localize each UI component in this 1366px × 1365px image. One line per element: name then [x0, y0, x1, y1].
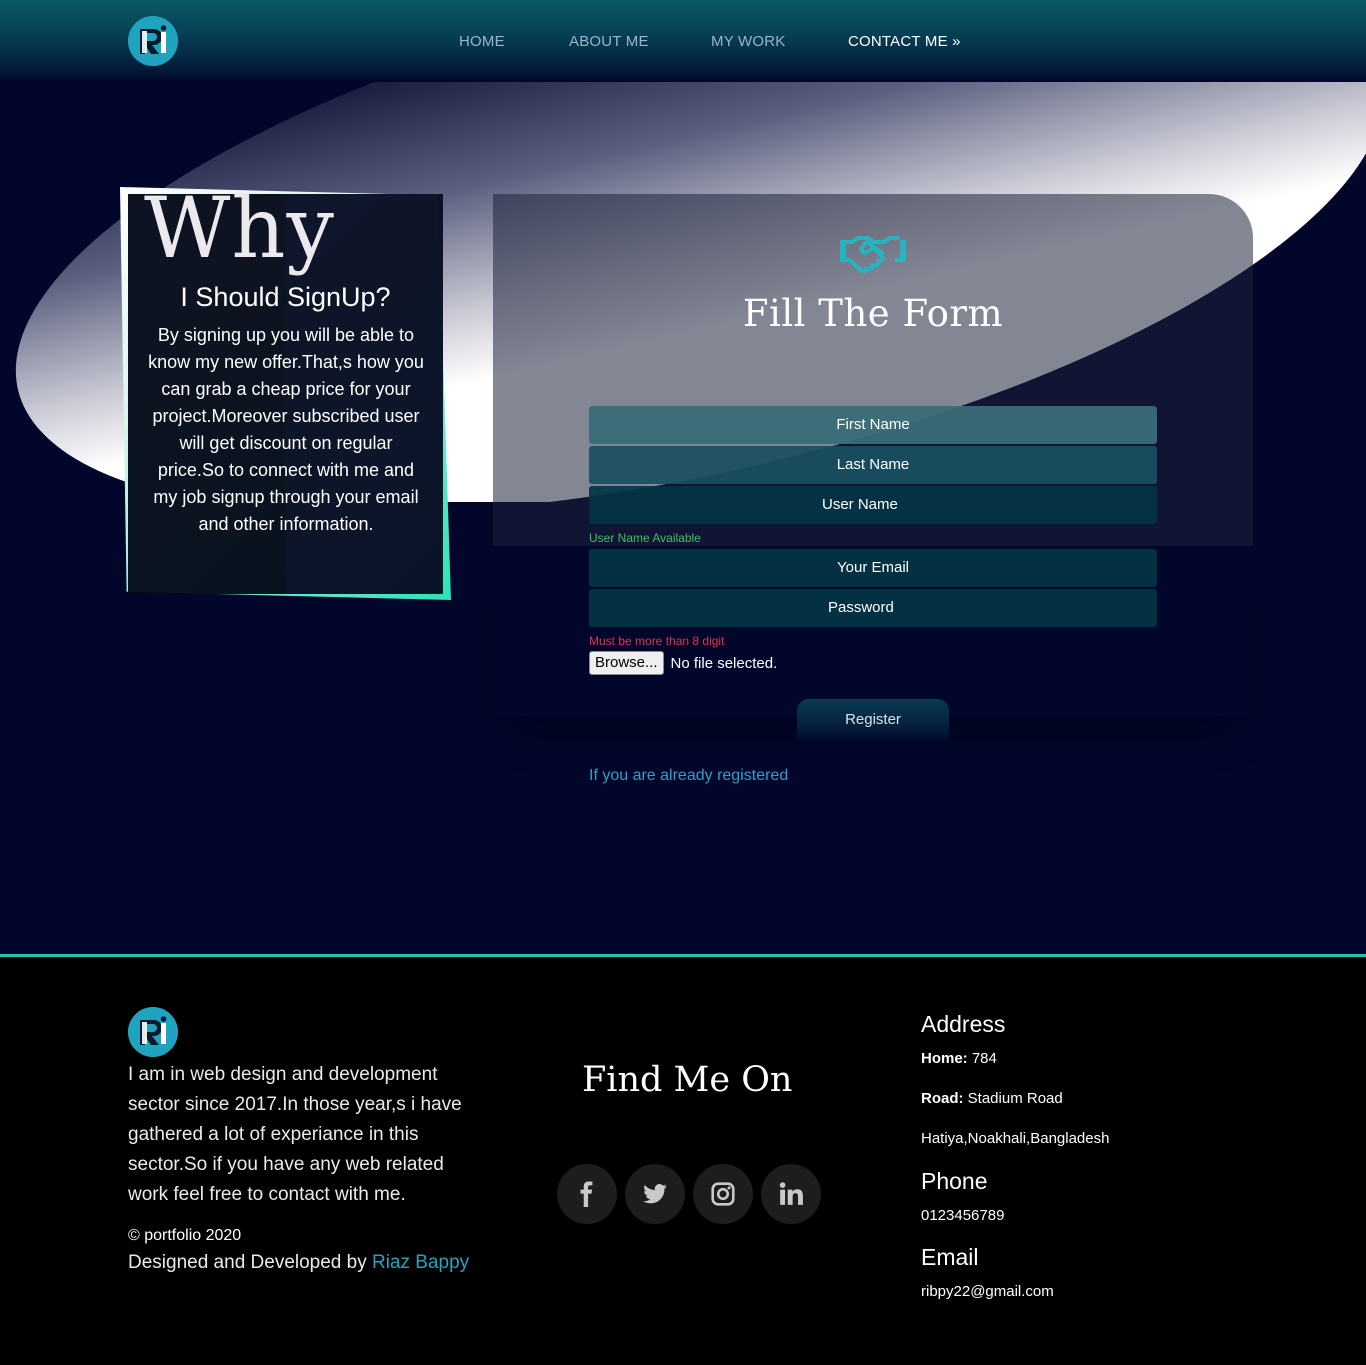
facebook-link[interactable]: [557, 1164, 617, 1224]
phone-number: 0123456789: [921, 1207, 1005, 1224]
road-label: Road:: [921, 1090, 964, 1107]
first-name-input[interactable]: First Name: [589, 406, 1157, 444]
instagram-icon: [711, 1182, 735, 1206]
user-name-input[interactable]: User Name: [589, 486, 1157, 524]
email-heading: Email: [921, 1244, 979, 1270]
why-subtitle: I Should SignUp?: [180, 282, 391, 312]
password-length-note: Must be more than 8 digit: [589, 634, 725, 648]
credit-line: Designed and Developed by Riaz Bappy: [128, 1252, 469, 1274]
linkedin-link[interactable]: [761, 1164, 821, 1224]
home-value: 784: [967, 1050, 997, 1067]
nav-work-link[interactable]: MY WORK: [711, 33, 785, 50]
linkedin-icon: [779, 1182, 803, 1205]
footer: I am in web design and development secto…: [0, 954, 1366, 1365]
address-heading: Address: [921, 1011, 1006, 1037]
email-address: ribpy22@gmail.com: [921, 1283, 1054, 1300]
email-input[interactable]: Your Email: [589, 549, 1157, 587]
why-title: Why: [144, 179, 335, 277]
file-status: No file selected.: [670, 654, 778, 672]
register-button[interactable]: Register: [797, 699, 949, 741]
user-name-available-note: User Name Available: [589, 531, 701, 545]
form-title: Fill The Form: [742, 292, 1004, 335]
browse-button[interactable]: Browse...: [589, 651, 664, 675]
road-value: Stadium Road: [963, 1090, 1063, 1107]
nav-about-link[interactable]: ABOUT ME: [569, 33, 649, 50]
twitter-icon: [643, 1184, 667, 1204]
brand-logo[interactable]: [128, 16, 178, 66]
why-card: Why I Should SignUp? By signing up you w…: [128, 186, 443, 594]
credit-prefix: Designed and Developed by: [128, 1252, 373, 1273]
top-navbar: HOME ABOUT ME MY WORK CONTACT ME »: [0, 0, 1366, 82]
address-road: Road: Stadium Road: [921, 1090, 1063, 1107]
nav-home-link[interactable]: HOME: [459, 33, 505, 50]
nav-contact-link[interactable]: CONTACT ME »: [848, 33, 961, 50]
copyright-text: © portfolio 2020: [128, 1227, 242, 1244]
find-me-heading: Find Me On: [582, 1060, 793, 1100]
author-link[interactable]: Riaz Bappy: [372, 1252, 469, 1273]
address-city: Hatiya,Noakhali,Bangladesh: [921, 1130, 1110, 1147]
address-home: Home: 784: [921, 1050, 997, 1067]
last-name-input[interactable]: Last Name: [589, 446, 1157, 484]
password-input[interactable]: Password: [589, 589, 1157, 627]
already-registered-link[interactable]: If you are already registered: [589, 767, 788, 785]
handshake-icon: [840, 236, 906, 274]
home-label: Home:: [921, 1050, 968, 1067]
file-upload: Browse... No file selected.: [589, 651, 777, 675]
instagram-link[interactable]: [693, 1164, 753, 1224]
twitter-link[interactable]: [625, 1164, 685, 1224]
phone-heading: Phone: [921, 1168, 988, 1194]
footer-about-text: I am in web design and development secto…: [128, 1064, 462, 1205]
facebook-icon: [580, 1181, 593, 1207]
footer-logo[interactable]: [128, 1007, 178, 1057]
why-description: By signing up you will be able to know m…: [148, 325, 424, 534]
